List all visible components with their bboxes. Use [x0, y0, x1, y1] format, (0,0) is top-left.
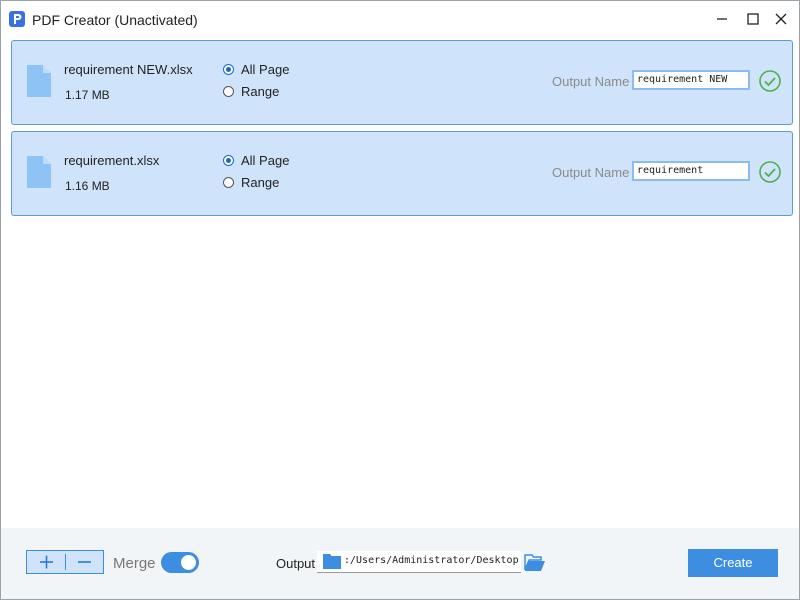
minus-icon	[78, 561, 91, 563]
range-radio[interactable]: Range	[223, 175, 279, 190]
file-row[interactable]: requirement NEW.xlsx 1.17 MB All Page Ra…	[11, 40, 793, 125]
all-page-label: All Page	[241, 153, 290, 168]
add-remove-group	[26, 550, 104, 574]
check-circle-icon	[759, 70, 781, 92]
all-page-label: All Page	[241, 62, 290, 77]
range-radio[interactable]: Range	[223, 84, 279, 99]
all-page-radio[interactable]: All Page	[223, 153, 289, 168]
plus-icon	[40, 555, 53, 569]
minimize-icon	[717, 18, 727, 20]
radio-checked-icon	[223, 64, 234, 75]
document-icon	[27, 156, 51, 188]
bottom-toolbar: Merge Output :/Users/Administrator/Deskt…	[1, 528, 799, 599]
radio-unchecked-icon	[223, 177, 234, 188]
folder-icon	[323, 554, 341, 569]
merge-toggle[interactable]	[161, 552, 199, 573]
radio-unchecked-icon	[223, 86, 234, 97]
file-row[interactable]: requirement.xlsx 1.16 MB All Page Range …	[11, 131, 793, 216]
maximize-icon	[747, 13, 759, 25]
document-icon	[27, 65, 51, 97]
output-name-label: Output Name	[552, 165, 630, 180]
merge-label: Merge	[113, 555, 156, 572]
close-icon	[775, 13, 787, 25]
close-button[interactable]	[769, 7, 793, 31]
file-name: requirement NEW.xlsx	[64, 62, 193, 77]
file-size: 1.16 MB	[65, 179, 110, 193]
file-list: requirement NEW.xlsx 1.17 MB All Page Ra…	[11, 40, 793, 222]
create-button[interactable]: Create	[688, 549, 778, 577]
app-logo-icon	[9, 11, 25, 27]
check-circle-icon	[759, 161, 781, 183]
title-bar: PDF Creator (Unactivated)	[1, 1, 799, 37]
toggle-knob	[181, 555, 196, 570]
output-label: Output	[276, 556, 316, 571]
output-name-input[interactable]: requirement	[632, 161, 750, 181]
app-window: PDF Creator (Unactivated) requirement NE…	[0, 0, 800, 600]
output-path: :/Users/Administrator/Desktop	[344, 555, 519, 566]
file-name: requirement.xlsx	[64, 153, 160, 168]
file-size: 1.17 MB	[65, 88, 110, 102]
remove-file-button[interactable]	[65, 551, 103, 573]
range-label: Range	[241, 175, 280, 190]
open-folder-icon[interactable]	[524, 553, 546, 573]
radio-checked-icon	[223, 155, 234, 166]
maximize-button[interactable]	[741, 7, 765, 31]
output-name-label: Output Name	[552, 74, 630, 89]
minimize-button[interactable]	[710, 7, 734, 31]
output-name-input[interactable]: requirement NEW	[632, 70, 750, 90]
window-title: PDF Creator (Unactivated)	[32, 12, 198, 28]
add-file-button[interactable]	[27, 551, 65, 573]
range-label: Range	[241, 84, 280, 99]
output-path-field[interactable]: :/Users/Administrator/Desktop	[317, 551, 521, 573]
all-page-radio[interactable]: All Page	[223, 62, 289, 77]
